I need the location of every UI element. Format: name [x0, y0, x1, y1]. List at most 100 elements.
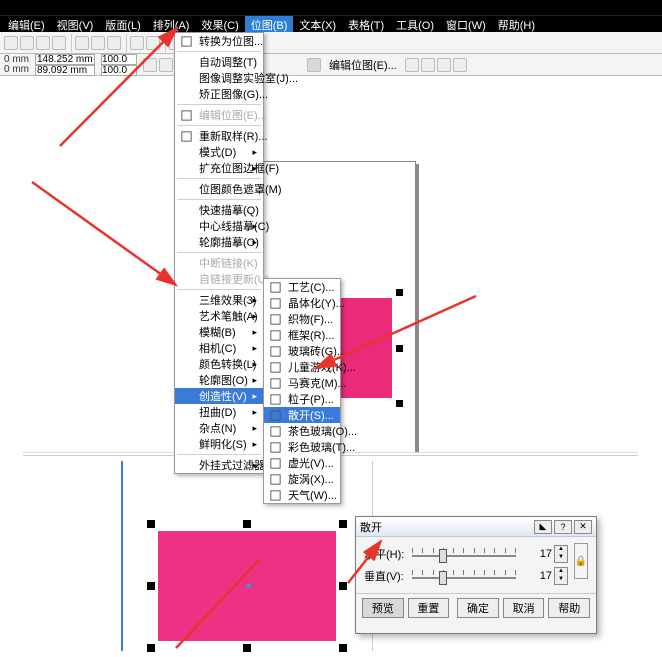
- menu-item[interactable]: 三维效果(3): [175, 292, 263, 308]
- edit-bitmap-icon[interactable]: [307, 58, 321, 72]
- menu-item[interactable]: 杂点(N): [175, 420, 263, 436]
- menu-item[interactable]: 粒子(P)...: [264, 391, 340, 407]
- menu-item[interactable]: 工具(O): [390, 16, 440, 32]
- lock-ratio-icon[interactable]: [143, 58, 157, 72]
- menu-item[interactable]: 工艺(C)...: [264, 279, 340, 295]
- undo-icon[interactable]: [130, 36, 144, 50]
- menu-item-label: 旋涡(X)...: [288, 471, 334, 487]
- menu-item-label: 三维效果(3): [199, 292, 256, 308]
- menu-item[interactable]: 相机(C): [175, 340, 263, 356]
- slider-thumb[interactable]: [439, 571, 447, 585]
- menu-item[interactable]: 重新取样(R)...: [175, 128, 263, 144]
- width-input[interactable]: [35, 54, 95, 65]
- menu-item[interactable]: 窗口(W): [440, 16, 492, 32]
- scale-y-input[interactable]: [101, 65, 137, 76]
- menu-item[interactable]: 版面(L): [99, 16, 146, 32]
- open-icon[interactable]: [20, 36, 34, 50]
- scatter-dialog[interactable]: 散开 ◣ ? ✕ 水平(H):: [355, 516, 597, 634]
- menu-item-label: 彩色玻璃(T)...: [288, 439, 355, 455]
- menu-item[interactable]: 矫正图像(G)...: [175, 86, 263, 102]
- menu-item[interactable]: 散开(S)...: [264, 407, 340, 423]
- menu-item[interactable]: 扩充位图边框(F): [175, 160, 263, 176]
- opt2-icon[interactable]: [437, 58, 451, 72]
- menu-item[interactable]: 排列(A): [147, 16, 196, 32]
- menu-item[interactable]: 转换为位图...: [175, 33, 263, 49]
- menu-item-label: 图像调整实验室(J)...: [199, 70, 298, 86]
- rotate-icon[interactable]: [159, 58, 173, 72]
- copy-icon[interactable]: [91, 36, 105, 50]
- lock-icon[interactable]: 🔒: [574, 543, 588, 579]
- menu-item[interactable]: 快速描摹(Q): [175, 202, 263, 218]
- edit-bitmap-label[interactable]: 编辑位图(E)...: [329, 57, 397, 73]
- menu-item[interactable]: 视图(V): [51, 16, 100, 32]
- vertical-slider[interactable]: [412, 568, 516, 584]
- property-bar[interactable]: 0 mm 0 mm 编辑位图(E)...: [0, 54, 662, 76]
- height-input[interactable]: [35, 65, 95, 76]
- menu-item[interactable]: 自动调整(T): [175, 54, 263, 70]
- menu-item[interactable]: 表格(T): [342, 16, 390, 32]
- toolbar-standard[interactable]: [0, 32, 662, 54]
- preview-button[interactable]: 预览: [362, 598, 404, 618]
- help-button[interactable]: 帮助: [548, 598, 590, 618]
- position-fields[interactable]: 0 mm 0 mm: [4, 55, 29, 75]
- trace-icon[interactable]: [405, 58, 419, 72]
- menu-item[interactable]: 天气(W)...: [264, 487, 340, 503]
- menu-item[interactable]: 晶体化(Y)...: [264, 295, 340, 311]
- menu-item[interactable]: 中心线描摹(C): [175, 218, 263, 234]
- sq-icon: [268, 280, 282, 294]
- expand-icon[interactable]: ◣: [534, 520, 552, 534]
- help-icon[interactable]: ?: [554, 520, 572, 534]
- slider-thumb[interactable]: [439, 549, 447, 563]
- menu-item[interactable]: 帮助(H): [492, 16, 541, 32]
- menu-item[interactable]: 位图(B): [245, 16, 294, 32]
- ok-button[interactable]: 确定: [457, 598, 499, 618]
- creative-submenu-dropdown[interactable]: 工艺(C)...晶体化(Y)...织物(F)...框架(R)...玻璃砖(G).…: [263, 278, 341, 504]
- menu-item[interactable]: 玻璃砖(G)...: [264, 343, 340, 359]
- paste-icon[interactable]: [107, 36, 121, 50]
- menu-item[interactable]: 创造性(V): [175, 388, 263, 404]
- menu-item[interactable]: 虚光(V)...: [264, 455, 340, 471]
- close-icon[interactable]: ✕: [574, 520, 592, 534]
- cut-icon[interactable]: [75, 36, 89, 50]
- menu-bar[interactable]: 编辑(E)视图(V)版面(L)排列(A)效果(C)位图(B)文本(X)表格(T)…: [0, 16, 662, 32]
- menu-item[interactable]: 外挂式过滤器(P): [175, 457, 263, 473]
- horizontal-spinner[interactable]: ▲▼: [554, 545, 568, 563]
- menu-item[interactable]: 茶色玻璃(O)...: [264, 423, 340, 439]
- menu-item[interactable]: 艺术笔触(A): [175, 308, 263, 324]
- print-icon[interactable]: [52, 36, 66, 50]
- horizontal-slider[interactable]: [412, 546, 516, 562]
- scale-x-input[interactable]: [101, 54, 137, 65]
- menu-item[interactable]: 儿童游戏(K)...: [264, 359, 340, 375]
- menu-item[interactable]: 马赛克(M)...: [264, 375, 340, 391]
- menu-item[interactable]: 轮廓图(O): [175, 372, 263, 388]
- cancel-button[interactable]: 取消: [503, 598, 545, 618]
- menu-item[interactable]: 旋涡(X)...: [264, 471, 340, 487]
- opt3-icon[interactable]: [453, 58, 467, 72]
- sq-icon: [268, 488, 282, 502]
- menu-item[interactable]: 颜色转换(L): [175, 356, 263, 372]
- menu-separator: [177, 289, 261, 290]
- menu-item[interactable]: 框架(R)...: [264, 327, 340, 343]
- menu-item[interactable]: 扭曲(D): [175, 404, 263, 420]
- vertical-spinner[interactable]: ▲▼: [554, 567, 568, 585]
- menu-item[interactable]: 模糊(B): [175, 324, 263, 340]
- menu-item[interactable]: 轮廓描摹(O): [175, 234, 263, 250]
- redo-icon[interactable]: [146, 36, 160, 50]
- save-icon[interactable]: [36, 36, 50, 50]
- menu-item[interactable]: 模式(D): [175, 144, 263, 160]
- dialog-titlebar[interactable]: 散开 ◣ ? ✕: [356, 517, 596, 537]
- menu-item[interactable]: 织物(F)...: [264, 311, 340, 327]
- menu-item[interactable]: 彩色玻璃(T)...: [264, 439, 340, 455]
- sq-icon: [268, 392, 282, 406]
- new-icon[interactable]: [4, 36, 18, 50]
- opt1-icon[interactable]: [421, 58, 435, 72]
- bitmap-menu-dropdown[interactable]: 转换为位图...自动调整(T)图像调整实验室(J)...矫正图像(G)...编辑…: [174, 32, 264, 474]
- menu-item[interactable]: 位图颜色遮罩(M): [175, 181, 263, 197]
- menu-item[interactable]: 编辑(E): [2, 16, 51, 32]
- menu-item-label: 扩充位图边框(F): [199, 160, 279, 176]
- reset-button[interactable]: 重置: [408, 598, 450, 618]
- menu-item[interactable]: 文本(X): [293, 16, 342, 32]
- menu-item[interactable]: 鲜明化(S): [175, 436, 263, 452]
- menu-item[interactable]: 图像调整实验室(J)...: [175, 70, 263, 86]
- menu-item[interactable]: 效果(C): [195, 16, 244, 32]
